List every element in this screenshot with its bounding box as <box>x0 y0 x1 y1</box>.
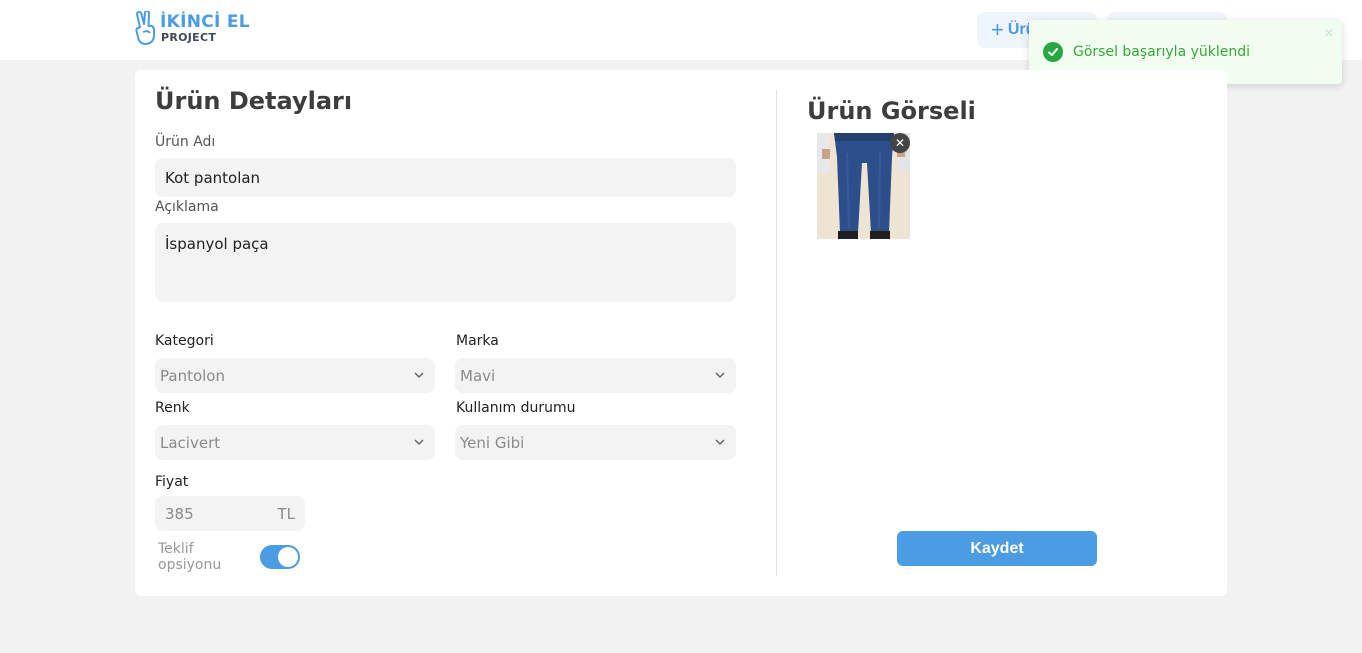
toast-message: Görsel başarıyla yüklendi <box>1073 44 1251 60</box>
price-currency: TL <box>277 505 295 523</box>
price-label: Fiyat <box>155 474 189 490</box>
plus-icon: + <box>991 17 1004 42</box>
category-value: Pantolon <box>160 366 225 385</box>
chevron-down-icon <box>715 372 725 379</box>
product-name-label: Ürün Adı <box>155 134 216 150</box>
description-label: Açıklama <box>155 199 219 215</box>
logo[interactable]: İKİNCİ EL PROJECT <box>134 11 250 45</box>
brand-select[interactable]: Mavi <box>455 358 736 393</box>
remove-image-button[interactable]: ✕ <box>890 133 910 153</box>
color-label: Renk <box>155 400 190 416</box>
price-input[interactable]: 385 TL <box>155 496 305 531</box>
close-icon: ✕ <box>894 136 906 150</box>
offer-option-label: Teklif opsiyonu <box>158 541 222 573</box>
product-name-input[interactable]: Kot pantolan <box>155 158 736 197</box>
condition-value: Yeni Gibi <box>460 433 525 452</box>
category-select[interactable]: Pantolon <box>155 358 435 393</box>
brand-value: Mavi <box>460 366 496 385</box>
price-value: 385 <box>165 505 194 523</box>
condition-select[interactable]: Yeni Gibi <box>455 425 736 460</box>
description-textarea[interactable]: İspanyol paça <box>155 223 736 302</box>
image-panel-title: Ürün Görseli <box>807 97 976 125</box>
color-value: Lacivert <box>160 433 221 452</box>
offer-toggle[interactable] <box>260 545 300 569</box>
chevron-down-icon <box>414 439 424 446</box>
chevron-down-icon <box>414 372 424 379</box>
condition-label: Kullanım durumu <box>456 400 576 416</box>
logo-title: İKİNCİ EL <box>160 12 250 32</box>
product-form-card: Ürün Detayları Ürün Adı Kot pantolan Açı… <box>135 70 1227 596</box>
check-circle-icon <box>1043 42 1063 62</box>
color-select[interactable]: Lacivert <box>155 425 435 460</box>
chevron-down-icon <box>715 439 725 446</box>
logo-subtitle: PROJECT <box>161 31 217 44</box>
column-divider <box>776 90 777 576</box>
brand-label: Marka <box>456 333 499 349</box>
close-icon[interactable]: ✕ <box>1324 26 1334 40</box>
hand-peace-icon <box>135 11 155 45</box>
category-label: Kategori <box>155 333 214 349</box>
details-title: Ürün Detayları <box>155 87 353 115</box>
save-button[interactable]: Kaydet <box>897 531 1097 566</box>
toggle-knob <box>278 547 298 567</box>
